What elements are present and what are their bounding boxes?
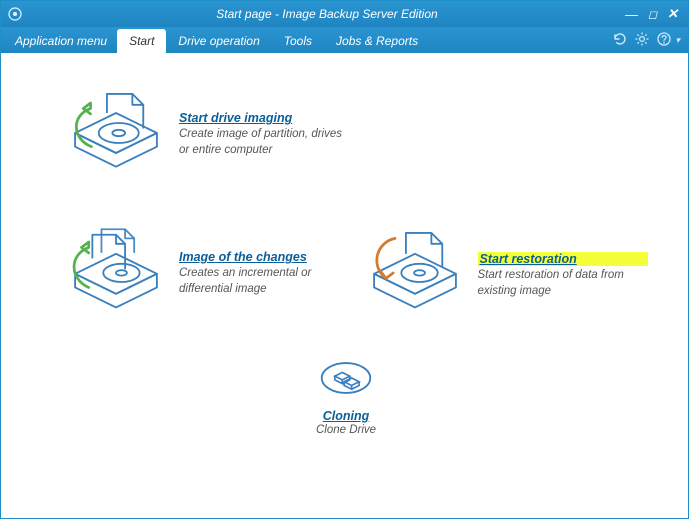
tabs: Start Drive operation Tools Jobs & Repor… <box>117 27 430 53</box>
tile-cloning[interactable]: Cloning Clone Drive <box>261 353 431 436</box>
tile-title[interactable]: Image of the changes <box>179 250 350 264</box>
refresh-icon[interactable] <box>612 31 628 50</box>
tab-tools[interactable]: Tools <box>272 29 324 53</box>
window-title: Start page - Image Backup Server Edition <box>29 7 625 21</box>
help-icon[interactable] <box>656 31 672 50</box>
dropdown-chevron-icon[interactable]: ▾ <box>675 35 680 46</box>
tab-start[interactable]: Start <box>117 29 166 53</box>
tile-start-drive-imaging[interactable]: Start drive imaging Create image of part… <box>61 83 361 188</box>
gear-icon[interactable] <box>634 31 650 50</box>
cloning-icon <box>318 353 374 403</box>
restore-icon <box>360 222 470 327</box>
tile-image-of-changes[interactable]: Image of the changes Creates an incremen… <box>61 222 350 327</box>
tile-start-restoration[interactable]: Start restoration Start restoration of d… <box>360 222 649 327</box>
window-controls: — ◻ ✕ <box>625 6 682 22</box>
maximize-button[interactable]: ◻ <box>648 8 657 21</box>
start-page: Start drive imaging Create image of part… <box>1 53 688 518</box>
menubar: Application menu Start Drive operation T… <box>1 27 688 53</box>
tile-title[interactable]: Start drive imaging <box>179 111 354 125</box>
tab-drive-operation[interactable]: Drive operation <box>166 29 271 53</box>
tab-jobs-reports[interactable]: Jobs & Reports <box>324 29 430 53</box>
tile-desc: Creates an incremental or differential i… <box>179 266 350 297</box>
app-icon <box>7 6 23 22</box>
drive-imaging-icon <box>61 83 171 188</box>
tile-desc: Create image of partition, drives or ent… <box>179 127 354 158</box>
titlebar: Start page - Image Backup Server Edition… <box>1 1 688 27</box>
tile-desc: Start restoration of data from existing … <box>478 268 649 299</box>
toolbar-right: ▾ <box>612 31 680 50</box>
close-button[interactable]: ✕ <box>667 6 678 22</box>
tile-title[interactable]: Start restoration <box>478 252 649 266</box>
minimize-button[interactable]: — <box>625 7 638 22</box>
tile-title[interactable]: Cloning <box>323 409 370 423</box>
tile-desc: Clone Drive <box>316 424 376 436</box>
application-menu[interactable]: Application menu <box>5 30 117 53</box>
incremental-image-icon <box>61 222 171 327</box>
